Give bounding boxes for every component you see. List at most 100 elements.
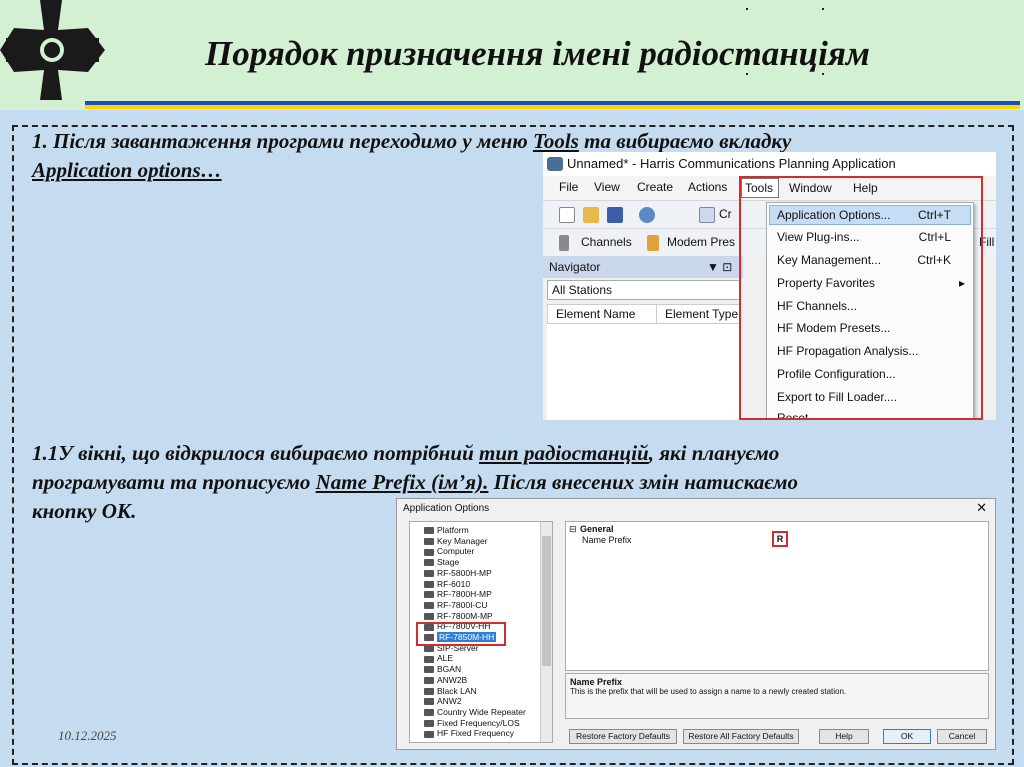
- tree-item-label: Country Wide Repeater: [437, 706, 526, 717]
- slide-title: Порядок призначення імені радіостанціям: [205, 34, 870, 73]
- dialog-title: Application Options: [403, 503, 490, 514]
- station-filter-select[interactable]: All Stations: [547, 280, 741, 300]
- tree-item[interactable]: ANW2B: [424, 675, 467, 685]
- tree-item[interactable]: ALE: [424, 653, 453, 663]
- desc-title: Name Prefix: [570, 677, 623, 687]
- globe-icon[interactable]: [639, 207, 655, 223]
- toolbar-channels-button[interactable]: Channels: [581, 235, 632, 249]
- tree-item[interactable]: RF-5800H-MP: [424, 568, 492, 578]
- grid-section-general: General: [580, 524, 614, 534]
- step2-radio-type: тип радіостанцій: [479, 441, 649, 465]
- step2-line3: кнопку ОК.: [32, 499, 137, 523]
- tree-item[interactable]: RF-7800M-MP: [424, 611, 493, 621]
- menu-file[interactable]: File: [559, 180, 578, 194]
- tree-item[interactable]: Key Manager: [424, 536, 488, 546]
- tree-item[interactable]: RF-6010: [424, 579, 470, 589]
- navigator-list: [547, 324, 741, 420]
- tree-item-label: Computer: [437, 546, 475, 557]
- step2-line2: програмувати та прописуємо Name Prefix (…: [32, 469, 798, 496]
- step1-app-options: Application options…: [32, 158, 222, 182]
- col-element-type[interactable]: Element Type: [656, 305, 738, 323]
- station-type-icon: [424, 655, 434, 663]
- menu-view[interactable]: View: [594, 180, 620, 194]
- station-type-icon: [424, 666, 434, 674]
- step2-line1: 1.1У вікні, що відкрилося вибираємо потр…: [32, 440, 779, 467]
- tree-item[interactable]: ANW2: [424, 696, 462, 706]
- cancel-button[interactable]: Cancel: [937, 729, 987, 744]
- station-type-icon: [424, 591, 434, 599]
- decor-dot: [746, 8, 748, 10]
- decor-dot: [822, 73, 824, 75]
- decor-dot: [822, 8, 824, 10]
- tree-item-label: Key Manager: [437, 535, 488, 546]
- window-title: Unnamed* - Harris Communications Plannin…: [567, 156, 896, 171]
- tree-item-label: HF Fixed Frequency: [437, 728, 514, 739]
- tree-scrollbar[interactable]: [540, 522, 552, 742]
- screenshot-tools-menu: Unnamed* - Harris Communications Plannin…: [543, 152, 996, 420]
- slide-header: Порядок призначення імені радіостанціям: [0, 0, 1024, 110]
- scroll-thumb[interactable]: [542, 536, 551, 666]
- step1-tools-link: Tools: [532, 129, 579, 153]
- collapse-icon[interactable]: ⊟: [569, 524, 577, 535]
- tree-item-label: Stage: [437, 557, 460, 568]
- station-type-tree: Platform Key Manager Computer Stage RF-5800H…: [409, 521, 553, 743]
- tree-item[interactable]: Country Wide Repeater: [424, 707, 526, 717]
- name-prefix-input[interactable]: R: [772, 531, 788, 547]
- tree-item-label: RF-7800H-MP: [437, 589, 492, 600]
- navigator-columns: Element Name Element Type: [547, 304, 741, 324]
- station-type-icon: [424, 559, 434, 567]
- col-element-name[interactable]: Element Name: [556, 305, 635, 323]
- tree-item-label: ALE: [437, 653, 454, 664]
- step2-text-2b: Після внесених змін натискаємо: [488, 470, 799, 494]
- tree-item-label: Fixed Frequency/LOS: [437, 717, 520, 728]
- screenshot-application-options: Application Options ✕ Platform Key Manage…: [396, 498, 996, 750]
- station-type-icon: [424, 527, 434, 535]
- station-type-icon: [424, 719, 434, 727]
- restore-factory-defaults-button[interactable]: Restore Factory Defaults: [569, 729, 677, 744]
- desc-text: This is the prefix that will be used to …: [570, 687, 847, 696]
- close-icon[interactable]: ✕: [976, 500, 987, 516]
- decor-dot: [746, 73, 748, 75]
- menu-actions[interactable]: Actions: [688, 180, 727, 194]
- slide-date: 10.12.2025: [58, 728, 117, 743]
- tree-item-label: BGAN: [437, 664, 462, 675]
- help-button[interactable]: Help: [819, 729, 869, 744]
- step2-name-prefix: Name Prefix (ім’я).: [315, 470, 489, 494]
- military-emblem-icon: [0, 0, 105, 100]
- restore-all-factory-defaults-button[interactable]: Restore All Factory Defaults: [683, 729, 799, 744]
- station-type-icon: [424, 687, 434, 695]
- tree-item-label: Platform: [437, 525, 469, 535]
- new-file-icon[interactable]: [559, 207, 575, 223]
- navigator-header: Navigator ▼ ⊡: [543, 256, 743, 278]
- station-type-icon: [424, 570, 434, 578]
- tree-item[interactable]: BGAN: [424, 664, 461, 674]
- property-description: Name Prefix This is the prefix that will…: [565, 673, 989, 719]
- navigator-label: Navigator: [549, 260, 601, 274]
- open-folder-icon[interactable]: [583, 207, 599, 223]
- toolbar-modem-button[interactable]: Modem Pres: [667, 235, 735, 249]
- tree-item[interactable]: Platform: [424, 525, 469, 535]
- tree-item[interactable]: RF-7800I-CU: [424, 600, 488, 610]
- step2-text-2: програмувати та прописуємо: [32, 470, 316, 494]
- menu-create[interactable]: Create: [637, 180, 673, 194]
- station-type-icon: [424, 730, 434, 738]
- station-type-icon: [424, 580, 434, 588]
- toolbar-create-label: Cr: [719, 207, 732, 221]
- grid-property-name-prefix: Name Prefix: [582, 535, 632, 545]
- pencil-icon: [647, 235, 659, 251]
- save-icon[interactable]: [607, 207, 623, 223]
- flag-stripe-yellow: [85, 105, 1020, 109]
- options-icon[interactable]: [699, 207, 715, 223]
- tree-item[interactable]: Black LAN: [424, 686, 477, 696]
- ok-button[interactable]: OK: [883, 729, 931, 744]
- tree-item[interactable]: Fixed Frequency/LOS: [424, 718, 520, 728]
- station-type-icon: [424, 709, 434, 717]
- tree-item[interactable]: Computer: [424, 546, 474, 556]
- navigator-pin-icon[interactable]: ▼ ⊡: [707, 256, 732, 278]
- tree-item-label: RF-7800I-CU: [437, 599, 488, 610]
- tree-item[interactable]: RF-7800H-MP: [424, 589, 492, 599]
- highlight-box-station-type: [416, 622, 506, 646]
- tree-item[interactable]: Stage: [424, 557, 459, 567]
- tree-item[interactable]: HF Fixed Frequency: [424, 728, 514, 738]
- tree-item-label: RF-7800M-MP: [437, 610, 493, 621]
